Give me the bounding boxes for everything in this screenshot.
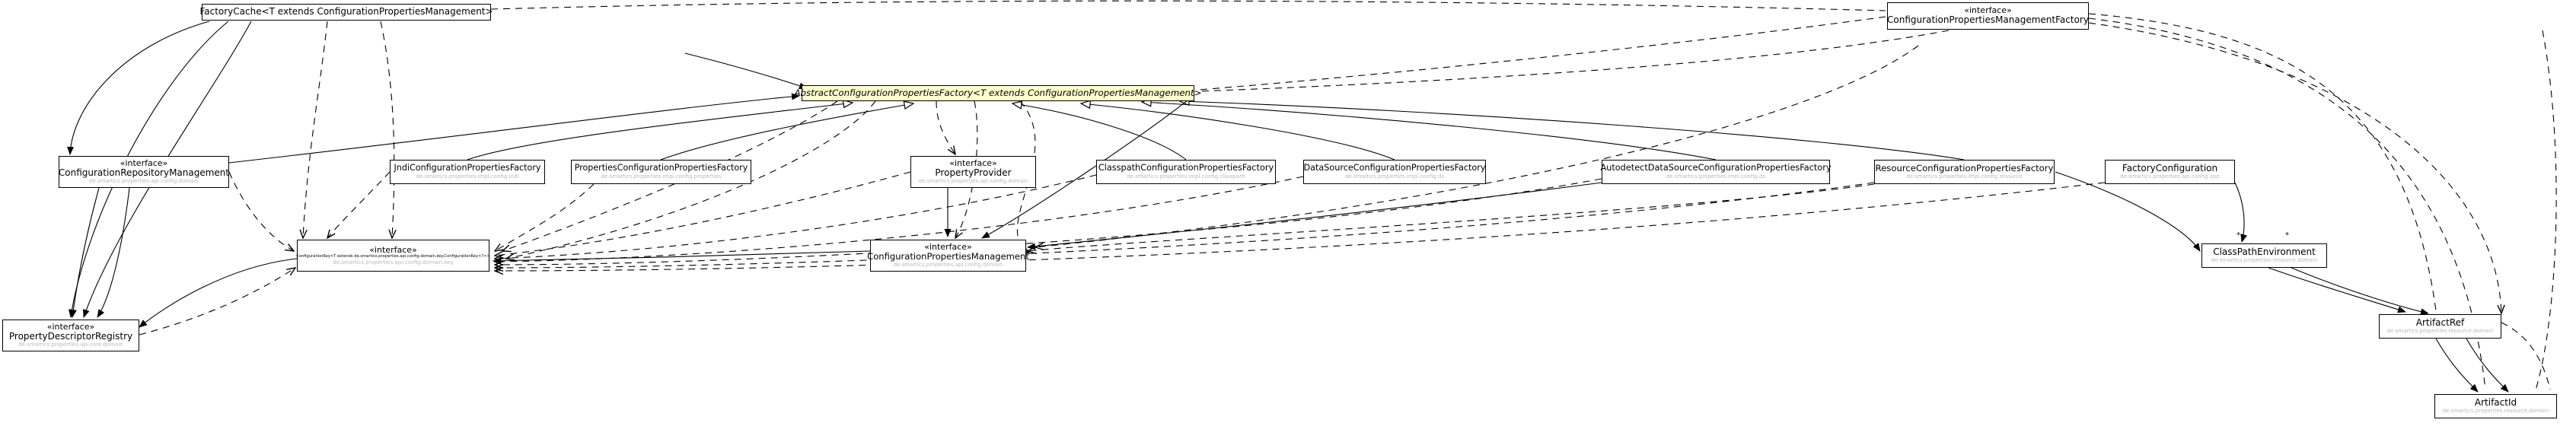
class-node-cpmanagement[interactable]: «interface» ConfigurationPropertiesManage… <box>867 240 1029 272</box>
uml-class-diagram: * * FactoryCache<T extends Configuration… <box>0 0 2576 442</box>
class-name: PropertyDescriptorRegistry <box>8 331 133 342</box>
class-name: PropertiesConfigurationPropertiesFactory <box>574 163 748 173</box>
class-name: ClasspathConfigurationPropertiesFactory <box>1098 163 1274 173</box>
class-name: PropertyProvider <box>935 167 1012 179</box>
class-node-jndifactory[interactable]: JndiConfigurationPropertiesFactory de.sma… <box>390 160 545 184</box>
class-name: ClassPathEnvironment <box>2213 246 2316 257</box>
class-node-propertiesfactory[interactable]: PropertiesConfigurationPropertiesFactory… <box>571 160 751 184</box>
class-node-resourcefactory[interactable]: ResourceConfigurationPropertiesFactory de… <box>1874 160 2055 184</box>
class-node-classpathenvironment[interactable]: ClassPathEnvironment de.smartics.properti… <box>2201 243 2327 268</box>
class-package: de.smartics.properties.api.config.app <box>2120 173 2220 180</box>
class-node-factoryconfiguration[interactable]: FactoryConfiguration de.smartics.properti… <box>2105 160 2235 184</box>
class-node-autodetectdsfactory[interactable]: AutodetectDataSourceConfigurationPropert… <box>1600 160 1832 184</box>
class-node-configrepomgmt[interactable]: «interface» ConfigurationRepositoryManage… <box>59 156 229 188</box>
class-name: AbstractConfigurationPropertiesFactory<T… <box>794 87 1202 98</box>
class-node-datasourcefactory[interactable]: DataSourceConfigurationPropertiesFactory… <box>1303 160 1486 184</box>
class-node-propdescregistry[interactable]: «interface» PropertyDescriptorRegistry de.… <box>2 320 139 351</box>
class-name: ConfigurationPropertiesManagementFactory <box>1887 14 2089 26</box>
class-node-artifactid[interactable]: ArtifactId de.smartics.properties.resourc… <box>2434 394 2557 418</box>
class-name: ConfigurationKey<T extends de.smartics.p… <box>296 253 490 259</box>
class-package: de.smartics.properties.api.config.domain <box>918 178 1028 185</box>
class-package: de.smartics.properties.impl.config.prope… <box>601 173 722 180</box>
class-package: de.smartics.properties.api.config.domain <box>89 178 199 185</box>
class-package: de.smartics.properties.api.core.domain <box>18 342 123 348</box>
class-stereotype: «interface» <box>369 244 417 255</box>
class-package: de.smartics.properties.impl.config.resou… <box>1906 173 2023 180</box>
class-package: de.smartics.properties.impl.config.ds <box>1666 173 1766 180</box>
class-package: de.smartics.properties.resource.domain <box>2386 328 2494 335</box>
class-package: de.smartics.properties.api.config.domain <box>893 262 1003 269</box>
class-name: ConfigurationRepositoryManagement <box>58 167 230 179</box>
class-node-configurationkey[interactable]: «interface» ConfigurationKey<T extends de… <box>296 240 490 272</box>
class-package: de.smartics.properties.impl.config.jndi <box>416 173 519 180</box>
class-name: ArtifactId <box>2474 396 2517 408</box>
class-node-classpathfactory[interactable]: ClasspathConfigurationPropertiesFactory d… <box>1096 160 1276 184</box>
class-name: ConfigurationPropertiesManagement <box>867 251 1029 262</box>
class-package: de.smartics.properties.impl.config.class… <box>1127 173 1245 180</box>
class-name: JndiConfigurationPropertiesFactory <box>394 163 541 173</box>
class-package: de.smartics.properties.resource.domain <box>2211 257 2318 264</box>
class-package: de.smartics.properties.impl.config.ds <box>1344 173 1445 180</box>
class-node-factorycache[interactable]: FactoryCache<T extends ConfigurationProp… <box>199 4 493 21</box>
class-name: FactoryConfiguration <box>2122 162 2218 173</box>
class-node-propertyprovider[interactable]: «interface» PropertyProvider de.smartics.p… <box>910 156 1036 188</box>
class-name: DataSourceConfigurationPropertiesFactory <box>1303 163 1486 173</box>
class-name: ArtifactRef <box>2415 316 2465 328</box>
class-name: FactoryCache<T extends ConfigurationProp… <box>199 6 493 17</box>
class-package: de.smartics.properties.resource.domain <box>2442 408 2549 415</box>
edge-multiplicity-label: * <box>2285 231 2289 240</box>
class-name: ResourceConfigurationPropertiesFactory <box>1875 163 2054 174</box>
class-node-artifactref[interactable]: ArtifactRef de.smartics.properties.resour… <box>2379 314 2501 339</box>
class-package: de.smartics.properties.api.config.domain… <box>333 259 454 266</box>
class-name: AutodetectDataSourceConfigurationPropert… <box>1600 163 1832 173</box>
edge-layer: * * <box>66 0 2557 393</box>
class-node-abstractfactory[interactable]: AbstractConfigurationPropertiesFactory<T… <box>794 85 1202 101</box>
class-node-cpmfactory[interactable]: «interface» ConfigurationPropertiesManage… <box>1887 2 2089 30</box>
edge-multiplicity-label: * <box>2236 231 2240 240</box>
